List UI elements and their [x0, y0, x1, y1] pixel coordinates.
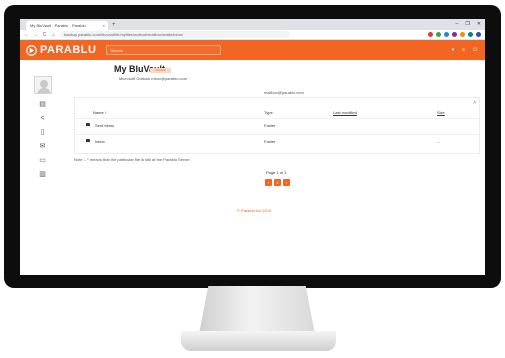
- column-header-type[interactable]: Type: [264, 110, 273, 115]
- mail-icon[interactable]: ✉: [38, 142, 47, 151]
- sidebar: ▤ < ▯ ✉ ▭ ▥: [20, 60, 54, 275]
- url-input[interactable]: backup.parablu.com/bluvault/#!/myfiles/o…: [60, 31, 290, 38]
- avatar[interactable]: [34, 76, 52, 94]
- document-icon[interactable]: ▯: [38, 128, 47, 137]
- extension-icon[interactable]: [476, 32, 481, 37]
- share-icon[interactable]: <: [38, 114, 47, 123]
- row-name[interactable]: Inbox: [95, 139, 105, 144]
- browser-tab[interactable]: My BluVault · Parablu · Parablu ×: [26, 21, 108, 30]
- power-icon[interactable]: ⏻: [473, 47, 477, 53]
- table-row[interactable]: Sent Items Folder: [75, 118, 479, 132]
- stage: My BluVault · Parablu · Parablu × + – ❐ …: [0, 0, 505, 358]
- tab-close-icon[interactable]: ×: [103, 23, 105, 28]
- extension-icon[interactable]: [468, 32, 473, 37]
- extension-icon[interactable]: [444, 32, 449, 37]
- extension-icon[interactable]: [460, 32, 465, 37]
- back-icon[interactable]: ←: [24, 32, 29, 38]
- row-name[interactable]: Sent Items: [95, 123, 114, 128]
- column-header-last-modified[interactable]: Last modified: [333, 110, 357, 115]
- minimize-icon[interactable]: –: [456, 21, 459, 27]
- monitor-icon[interactable]: ▭: [38, 156, 47, 165]
- file-table-panel: ˄ Name ↑ Type Last modified Size Sent It…: [74, 97, 480, 154]
- monitor-stand-neck: [199, 286, 315, 334]
- new-tab-icon[interactable]: +: [112, 21, 116, 30]
- collapse-icon[interactable]: ˄: [473, 100, 476, 106]
- address-bar-row: ← → C ⌂ backup.parablu.com/bluvault/#!/m…: [20, 30, 485, 40]
- extension-icons: [428, 32, 481, 37]
- row-type: Folder: [264, 139, 276, 144]
- search-input[interactable]: Search: [106, 45, 222, 55]
- table-row[interactable]: Inbox Folder --: [75, 134, 479, 148]
- footer-copyright: © Parablu Inc 2019: [237, 208, 272, 213]
- row-type: Folder: [264, 123, 276, 128]
- column-header-name[interactable]: Name ↑: [93, 110, 107, 115]
- menu-icon[interactable]: ≡: [462, 47, 465, 53]
- forward-icon[interactable]: →: [33, 32, 38, 38]
- window-controls: – ❐ ✕: [456, 21, 481, 27]
- pagination: ‹ 1 ›: [265, 179, 290, 186]
- extension-icon[interactable]: [428, 32, 433, 37]
- brand-name: PARABLU: [40, 44, 97, 56]
- prev-page-button[interactable]: ‹: [265, 179, 272, 186]
- next-page-button[interactable]: ›: [283, 179, 290, 186]
- browser-tab-bar: My BluVault · Parablu · Parablu × + – ❐ …: [20, 19, 485, 30]
- row-size: --: [437, 139, 440, 144]
- server-note: Note :- * means that the particular file…: [74, 157, 191, 162]
- app-body: ▤ < ▯ ✉ ▭ ▥ My BluVault Outlook Microsof…: [20, 60, 485, 275]
- outlook-badge: Outlook: [150, 68, 171, 73]
- folder-icon: [86, 139, 90, 142]
- close-window-icon[interactable]: ✕: [477, 21, 481, 27]
- mailbox-label: mailbox@parablu.com: [264, 90, 304, 95]
- screen: My BluVault · Parablu · Parablu × + – ❐ …: [20, 19, 485, 275]
- column-header-size[interactable]: Size: [437, 110, 445, 115]
- home-icon[interactable]: ⌂: [51, 32, 56, 38]
- extension-icon[interactable]: [436, 32, 441, 37]
- page-1-button[interactable]: 1: [274, 179, 281, 186]
- monitor-frame: My BluVault · Parablu · Parablu × + – ❐ …: [4, 5, 501, 288]
- folder-icon: [86, 123, 90, 126]
- app-header: PARABLU Search ▾ ≡ ⏻: [20, 40, 485, 60]
- parablu-logo[interactable]: PARABLU: [26, 44, 96, 56]
- page-info: Page 1 of 1: [266, 170, 287, 175]
- extension-icon[interactable]: [452, 32, 457, 37]
- logo-icon: [26, 44, 37, 56]
- tab-title: My BluVault · Parablu · Parablu: [30, 23, 86, 28]
- file-icon[interactable]: ▤: [38, 100, 47, 109]
- trash-icon[interactable]: ▥: [38, 170, 47, 179]
- account-subtitle: Microsoft Outlook mbox@parablu.com: [119, 76, 188, 81]
- maximize-icon[interactable]: ❐: [465, 21, 469, 27]
- dropdown-icon[interactable]: ▾: [452, 47, 455, 53]
- header-icons: ▾ ≡ ⏻: [452, 47, 477, 53]
- monitor-stand-base: [181, 331, 336, 351]
- reload-icon[interactable]: C: [42, 32, 47, 38]
